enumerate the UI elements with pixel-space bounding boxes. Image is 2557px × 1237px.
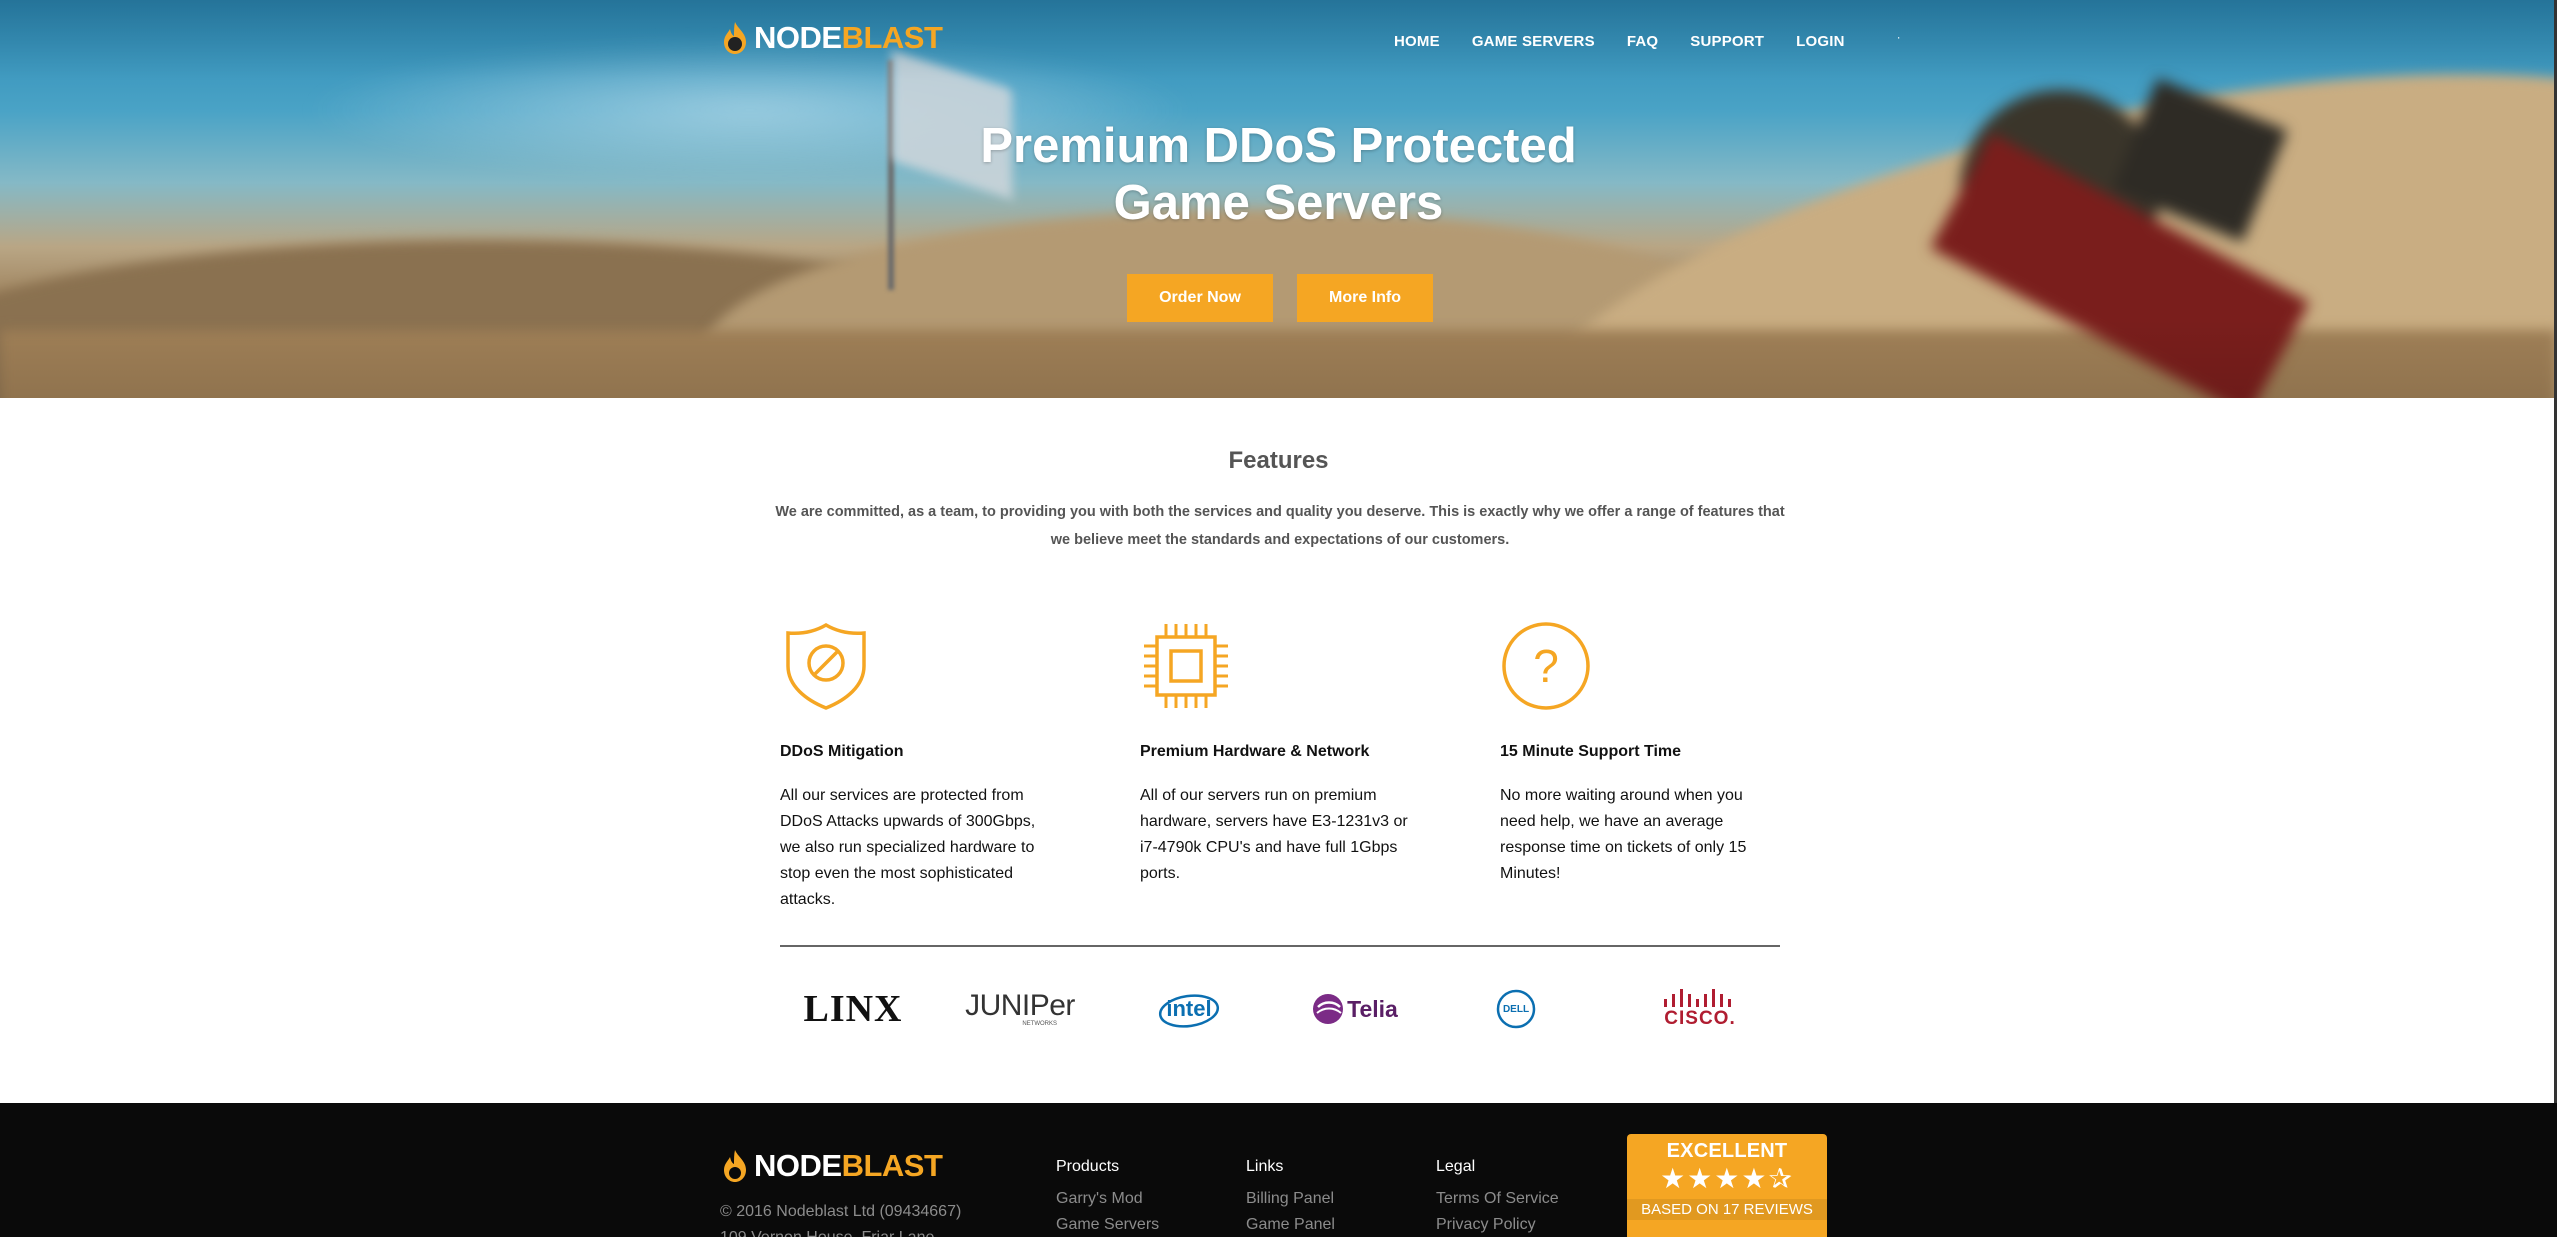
feature-title: 15 Minute Support Time <box>1500 743 1682 760</box>
address-text: 109 Vernon House, Friar Lane <box>720 1225 961 1237</box>
flame-icon <box>724 22 746 54</box>
nav-home[interactable]: HOME <box>1394 33 1440 50</box>
feature-text: All our services are protected from DDoS… <box>780 787 1036 908</box>
features-intro: We are committed, as a team, to providin… <box>775 504 1785 548</box>
svg-text:?: ? <box>1533 640 1559 692</box>
footer-link-terms[interactable]: Terms Of Service <box>1436 1186 1559 1212</box>
juniper-logo: JUNIPer NETWORKS <box>965 989 1075 1028</box>
nav-faq[interactable]: FAQ <box>1627 33 1658 50</box>
hero-title-line1: Premium DDoS Protected <box>980 119 1577 173</box>
header-logo[interactable]: NODE BLAST <box>720 20 943 56</box>
footer-link-game-panel[interactable]: Game Panel <box>1246 1212 1335 1237</box>
footer-legal-title: Legal <box>1436 1158 1476 1175</box>
reviews-rating-text: EXCELLENT <box>1666 1140 1788 1162</box>
feature-hardware: Premium Hardware & Network All of our se… <box>1140 620 1420 887</box>
footer-logo[interactable]: NODE BLAST <box>720 1148 943 1184</box>
cpu-icon <box>1144 624 1228 708</box>
feature-title: Premium Hardware & Network <box>1140 743 1370 760</box>
nav-login[interactable]: LOGIN <box>1796 33 1845 50</box>
hero-title-line2: Game Servers <box>1113 176 1444 230</box>
dell-logo: DELL <box>1495 985 1537 1033</box>
footer-legal: Legal Terms Of Service Privacy Policy <box>1436 1158 1559 1237</box>
hero-title: Premium DDoS Protected Game Servers <box>0 118 2557 232</box>
flame-icon <box>724 1150 746 1182</box>
footer-links-title: Links <box>1246 1158 1284 1175</box>
order-now-button[interactable]: Order Now <box>1127 274 1273 322</box>
reviews-count-text: BASED ON 17 REVIEWS <box>1627 1199 1827 1220</box>
footer: NODE BLAST © 2016 Nodeblast Ltd (09434667… <box>0 1103 2557 1237</box>
footer-products: Products Garry's Mod Game Servers <box>1056 1158 1159 1237</box>
more-info-button[interactable]: More Info <box>1297 274 1433 322</box>
star-rating-icon: ★★★★✰ <box>1660 1163 1794 1194</box>
footer-link-billing-panel[interactable]: Billing Panel <box>1246 1186 1335 1212</box>
main-nav: HOME GAME SERVERS FAQ SUPPORT LOGIN · <box>1394 30 1901 50</box>
nav-support[interactable]: SUPPORT <box>1690 33 1764 50</box>
nav-game-servers[interactable]: GAME SERVERS <box>1472 33 1595 50</box>
intel-logo: intel <box>1154 985 1224 1033</box>
logo-text-node: NODE <box>754 20 842 55</box>
logo-text-blast: BLAST <box>841 1148 943 1183</box>
footer-link-privacy[interactable]: Privacy Policy <box>1436 1212 1559 1237</box>
linx-logo: LINX <box>803 988 903 1030</box>
feature-title: DDoS Mitigation <box>780 743 904 760</box>
shield-icon <box>786 622 866 710</box>
nav-dot: · <box>1896 30 1901 44</box>
features-title: Features <box>1228 447 1329 474</box>
footer-company-info: © 2016 Nodeblast Ltd (09434667) 109 Vern… <box>720 1199 961 1237</box>
telia-logo: Telia <box>1305 985 1405 1033</box>
reviews-badge[interactable]: EXCELLENT ★★★★✰ BASED ON 17 REVIEWS <box>1627 1134 1827 1237</box>
feature-text: All of our servers run on premium hardwa… <box>1140 787 1408 882</box>
feature-support: ? 15 Minute Support Time No more waiting… <box>1500 620 1780 887</box>
footer-links: Links Billing Panel Game Panel <box>1246 1158 1335 1237</box>
cisco-logo: CISCO. <box>1645 985 1755 1033</box>
feature-ddos: DDoS Mitigation All our services are pro… <box>780 620 1060 913</box>
feature-text: No more waiting around when you need hel… <box>1500 787 1747 882</box>
copyright-text: © 2016 Nodeblast Ltd (09434667) <box>720 1203 962 1220</box>
footer-link-garrys-mod[interactable]: Garry's Mod <box>1056 1186 1159 1212</box>
partner-logos: LINX JUNIPer NETWORKS intel Telia DELL C… <box>780 985 1780 1033</box>
logo-text-node: NODE <box>754 1148 842 1183</box>
question-icon: ? <box>1502 622 1590 710</box>
hero-banner: NODE BLAST HOME GAME SERVERS FAQ SUPPORT … <box>0 0 2557 398</box>
footer-link-game-servers[interactable]: Game Servers <box>1056 1212 1159 1237</box>
section-divider <box>780 945 1780 947</box>
logo-text-blast: BLAST <box>841 20 943 55</box>
footer-products-title: Products <box>1056 1158 1120 1175</box>
